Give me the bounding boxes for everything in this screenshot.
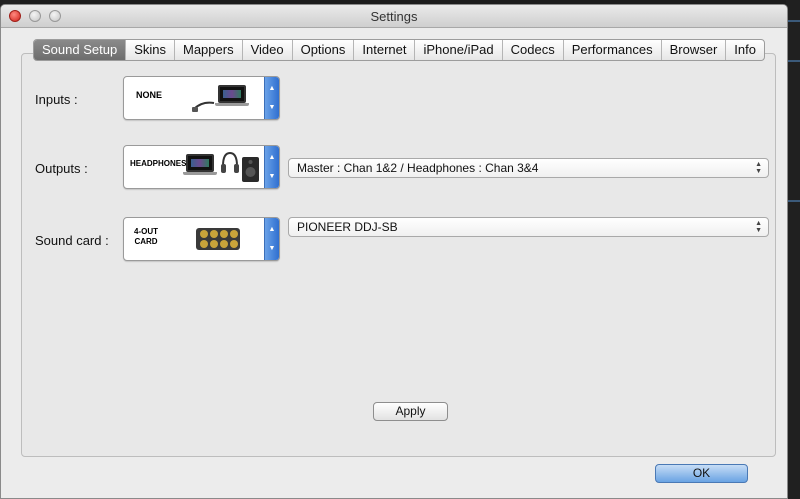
speaker-icon (242, 157, 259, 182)
sound-card-label: Sound card : (35, 233, 109, 248)
tab-internet[interactable]: Internet (354, 40, 416, 60)
updown-arrows-icon: ▲ ▼ (755, 161, 762, 175)
tab-options[interactable]: Options (293, 40, 355, 60)
outputs-routing-select[interactable]: Master : Chan 1&2 / Headphones : Chan 3&… (288, 158, 769, 178)
outputs-picker-stepper[interactable]: ▲ ▼ (264, 146, 279, 188)
sound-card-picker-stepper[interactable]: ▲ ▼ (264, 218, 279, 260)
tab-mappers[interactable]: Mappers (175, 40, 243, 60)
settings-tab-bar: Sound Setup Skins Mappers Video Options … (33, 39, 765, 61)
rca-connectors-icon (196, 228, 240, 250)
ok-button[interactable]: OK (655, 464, 748, 483)
inputs-picker[interactable]: NONE ▲ ▼ (123, 76, 280, 120)
title-bar[interactable]: Settings (1, 5, 787, 28)
sound-card-picker-caption: 4-OUT CARD (134, 227, 158, 246)
sound-card-value: PIONEER DDJ-SB (297, 220, 398, 234)
updown-arrows-icon: ▲ ▼ (755, 220, 762, 234)
sound-card-picker[interactable]: 4-OUT CARD ▲ ▼ (123, 217, 280, 261)
settings-window: Settings Sound Setup Skins Mappers Video… (0, 4, 788, 499)
tab-iphone-ipad[interactable]: iPhone/iPad (415, 40, 503, 60)
headphones-icon (221, 151, 239, 173)
inputs-picker-stepper[interactable]: ▲ ▼ (264, 77, 279, 119)
background-app-right (786, 0, 800, 499)
tab-performances[interactable]: Performances (564, 40, 662, 60)
inputs-picker-caption: NONE (136, 90, 163, 100)
sound-card-select[interactable]: PIONEER DDJ-SB ▲ ▼ (288, 217, 769, 237)
window-title: Settings (370, 9, 418, 24)
outputs-picker-caption: HEADPHONES (130, 159, 187, 168)
tab-skins[interactable]: Skins (126, 40, 175, 60)
apply-button[interactable]: Apply (373, 402, 448, 421)
tab-info[interactable]: Info (726, 40, 764, 60)
laptop-icon (215, 85, 249, 106)
outputs-routing-value: Master : Chan 1&2 / Headphones : Chan 3&… (297, 161, 539, 175)
inputs-label: Inputs : (35, 92, 78, 107)
outputs-label: Outputs : (35, 161, 88, 176)
cable-icon (192, 101, 215, 112)
laptop-icon (183, 154, 217, 175)
outputs-picker[interactable]: HEADPHONES ▲ ▼ (123, 145, 280, 189)
tab-codecs[interactable]: Codecs (503, 40, 564, 60)
tab-video[interactable]: Video (243, 40, 293, 60)
tab-sound-setup[interactable]: Sound Setup (34, 40, 127, 60)
tab-browser[interactable]: Browser (662, 40, 727, 60)
